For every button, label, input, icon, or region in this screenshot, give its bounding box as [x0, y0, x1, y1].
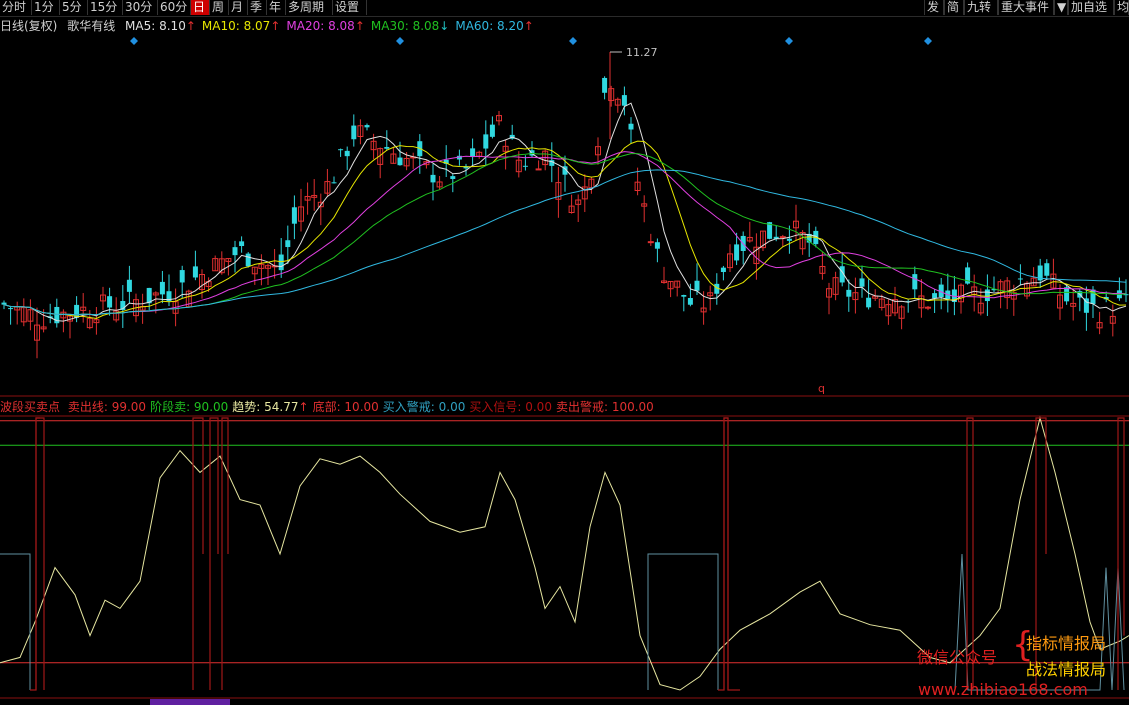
- high-label: 11.27: [626, 46, 658, 59]
- sell-alert-line: [221, 417, 229, 690]
- event-diamond-icon: [396, 37, 404, 45]
- candle-body: [734, 244, 740, 261]
- event-diamond-icon: [785, 37, 793, 45]
- candle-body: [859, 278, 865, 287]
- candle-body: [483, 134, 489, 149]
- candle-body: [1064, 287, 1070, 302]
- watermark-line2: 战法情报局: [1026, 660, 1107, 679]
- candle-body: [925, 306, 931, 309]
- candle-body: [522, 165, 528, 167]
- candle-body: [654, 242, 660, 249]
- watermark-line1: 指标情报局: [1026, 634, 1107, 653]
- candle-body: [364, 125, 370, 128]
- candle-body: [681, 295, 687, 297]
- event-diamond-icon: [130, 37, 138, 45]
- buy-alert-line: [647, 553, 719, 690]
- candle-body: [932, 293, 938, 299]
- candle-body: [489, 124, 495, 137]
- stock-chart[interactable]: 11.27 q: [0, 0, 1129, 705]
- candle-body: [450, 176, 456, 179]
- candle-body: [344, 150, 350, 157]
- candle-body: [786, 238, 792, 241]
- candle-body: [535, 168, 542, 171]
- candle-body: [647, 241, 654, 244]
- candle-body: [846, 289, 852, 297]
- candle-body: [331, 182, 337, 184]
- candle-body: [779, 236, 786, 239]
- candle-body: [720, 267, 726, 273]
- marker-label: q: [818, 382, 825, 395]
- candle-body: [1, 302, 7, 305]
- candle-body: [285, 240, 291, 248]
- candle-body: [621, 95, 627, 106]
- candle-body: [470, 148, 476, 157]
- sell-alert-line: [1117, 417, 1125, 690]
- sell-alert-line: [30, 417, 45, 691]
- candle-body: [384, 146, 390, 149]
- candle-body: [1044, 263, 1050, 276]
- candle-body: [866, 297, 872, 308]
- candle-body: [291, 207, 297, 224]
- candle-body: [107, 296, 113, 308]
- candle-body: [338, 149, 344, 151]
- candle-body: [984, 289, 990, 302]
- ma-line: [3, 102, 1127, 322]
- candle-body: [239, 241, 245, 247]
- event-diamond-icon: [569, 37, 577, 45]
- candle-body: [179, 270, 185, 283]
- sell-alert-line: [718, 417, 740, 691]
- sell-alert-line: [192, 417, 204, 690]
- candle-body: [1017, 278, 1023, 280]
- candle-body: [245, 253, 251, 267]
- watermark-url: www.zhibiao168.com: [918, 680, 1088, 699]
- date-axis-highlight: [150, 699, 230, 705]
- candle-body: [192, 266, 198, 278]
- candle-body: [430, 174, 436, 183]
- candle-body: [159, 281, 165, 295]
- event-diamond-icon: [924, 37, 932, 45]
- candle-body: [602, 77, 608, 93]
- candle-body: [628, 123, 634, 130]
- candle-body: [126, 279, 132, 292]
- candle-body: [694, 280, 700, 291]
- candle-body: [687, 298, 693, 305]
- buy-alert-line: [0, 553, 31, 690]
- candle-body: [232, 247, 238, 256]
- candle-body: [912, 274, 918, 290]
- candle-body: [397, 157, 403, 166]
- candle-body: [278, 254, 284, 271]
- watermark-wechat: 微信公众号: [917, 648, 998, 667]
- candle-body: [8, 308, 14, 310]
- candle-body: [351, 125, 357, 140]
